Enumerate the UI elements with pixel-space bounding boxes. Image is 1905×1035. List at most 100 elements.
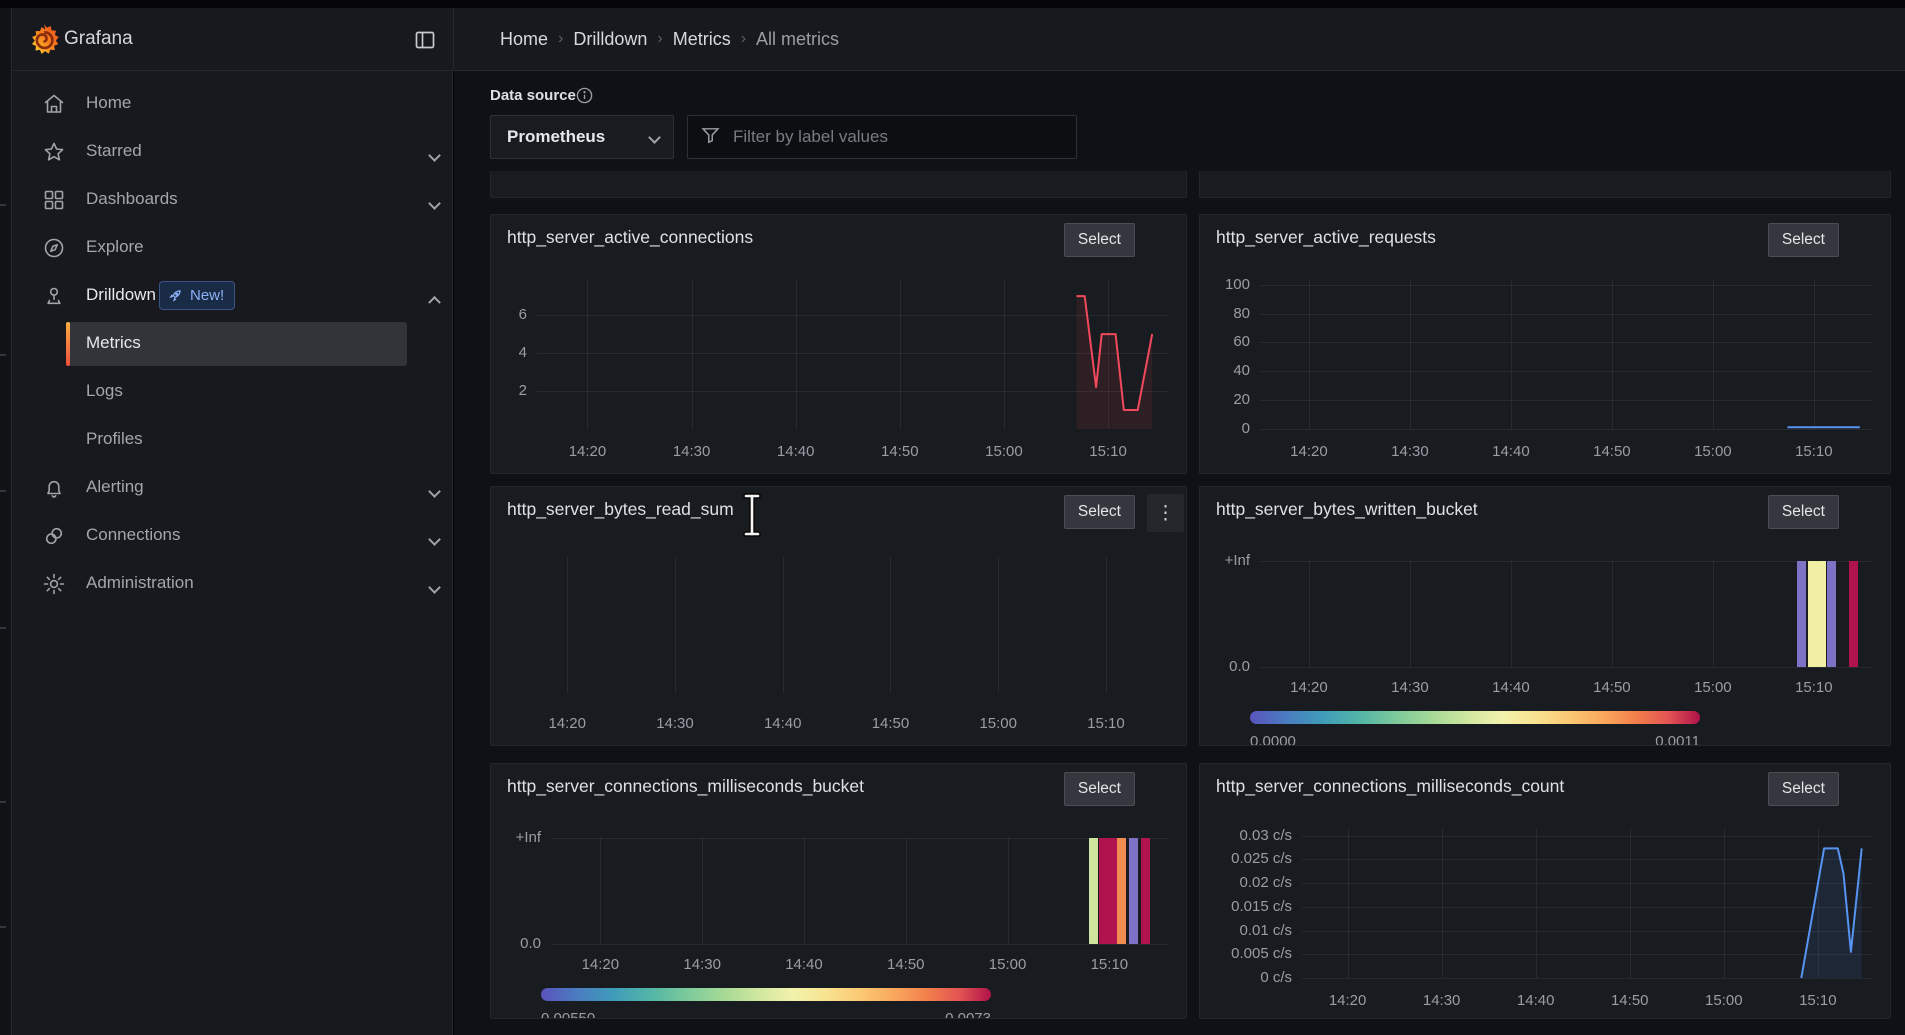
sidebar-item-administration[interactable]: Administration [12, 560, 453, 608]
y-axis-tick-label: 80 [1208, 305, 1250, 322]
panel-title: http_server_active_requests [1216, 227, 1436, 248]
y-axis-tick-label: 0.03 c/s [1208, 827, 1292, 844]
grafana-app: Grafana Home›Drilldown›Metrics›All metri… [0, 0, 1905, 1035]
sidebar-item-metrics[interactable]: Metrics [12, 320, 453, 368]
funnel-icon [700, 124, 721, 150]
x-axis-tick-label: 15:10 [1074, 956, 1144, 973]
panel-title: http_server_bytes_read_sum [507, 499, 734, 520]
grafana-logo-icon[interactable] [22, 18, 66, 62]
sidebar-item-home[interactable]: Home [12, 80, 453, 128]
sidebar-item-label: Metrics [86, 333, 141, 353]
vertical-gridline [783, 557, 784, 693]
horizontal-gridline [551, 944, 1168, 945]
breadcrumb-item[interactable]: Drilldown [573, 29, 647, 50]
sidebar-item-dashboards[interactable]: Dashboards [12, 176, 453, 224]
x-axis-tick-label: 14:20 [565, 956, 635, 973]
vertical-gridline [675, 557, 676, 693]
select-metric-button[interactable]: Select [1064, 223, 1135, 257]
sidebar-item-profiles[interactable]: Profiles [12, 416, 453, 464]
horizontal-gridline [1302, 978, 1872, 979]
label-filter-box [687, 115, 1077, 159]
heatmap-bar [1797, 561, 1806, 667]
x-axis-tick-label: 14:30 [667, 956, 737, 973]
page-edge-tick [0, 354, 6, 356]
x-axis-tick-label: 15:10 [1071, 715, 1141, 732]
select-metric-button[interactable]: Select [1768, 223, 1839, 257]
colorbar-max-label: 0.0073 [871, 1010, 991, 1019]
y-axis-tick-label: +Inf [1208, 552, 1250, 569]
heatmap-bar [1117, 838, 1126, 944]
x-axis-tick-label: 14:20 [552, 443, 622, 460]
x-axis-tick-label: 15:10 [1779, 679, 1849, 696]
x-axis-tick-label: 14:20 [1274, 679, 1344, 696]
panel-menu-kebab-button[interactable]: ⋮ [1147, 494, 1184, 532]
horizontal-gridline [1260, 429, 1872, 430]
x-axis-tick-label: 15:10 [1779, 443, 1849, 460]
y-axis-tick-label: 100 [1208, 276, 1250, 293]
breadcrumb-separator-icon: › [657, 30, 662, 48]
sidebar-item-logs[interactable]: Logs [12, 368, 453, 416]
chevron-down-icon [430, 483, 439, 501]
x-axis-tick-label: 15:00 [1689, 992, 1759, 1009]
x-axis-tick-label: 15:00 [969, 443, 1039, 460]
sidebar-item-label: Alerting [86, 477, 144, 497]
home-icon [42, 92, 66, 116]
select-metric-button[interactable]: Select [1064, 495, 1135, 529]
breadcrumb-separator-icon: › [558, 30, 563, 48]
colorbar-min-label: 0.0000 [1250, 733, 1296, 746]
page-left-edge [0, 8, 12, 1035]
sidebar-item-label: Starred [86, 141, 142, 161]
vertical-gridline [804, 838, 805, 944]
sidebar-item-explore[interactable]: Explore [12, 224, 453, 272]
chevron-down-icon [430, 579, 439, 597]
x-axis-tick-label: 14:50 [1595, 992, 1665, 1009]
heatmap-bar [1089, 838, 1098, 944]
vertical-gridline [1106, 557, 1107, 693]
sidebar-item-label: Logs [86, 381, 123, 401]
datasource-select[interactable]: Prometheus [490, 115, 674, 159]
metric-panel: http_server_active_requestsSelect0204060… [1199, 214, 1891, 474]
info-icon[interactable] [575, 86, 594, 105]
filter-input[interactable] [733, 127, 1064, 147]
partial-panel-above [490, 171, 1187, 198]
colorbar-min-label: 0.00550 [541, 1010, 595, 1019]
vertical-gridline [998, 557, 999, 693]
vertical-gridline [1309, 561, 1310, 667]
heatmap-bar [1817, 561, 1826, 667]
select-metric-button[interactable]: Select [1064, 772, 1135, 806]
sidebar-item-starred[interactable]: Starred [12, 128, 453, 176]
sidebar-item-alerting[interactable]: Alerting [12, 464, 453, 512]
x-axis-tick-label: 14:20 [532, 715, 602, 732]
breadcrumb-item[interactable]: Metrics [673, 29, 731, 50]
x-axis-tick-label: 15:00 [963, 715, 1033, 732]
line-chart [537, 279, 1168, 429]
horizontal-gridline [1260, 667, 1872, 668]
x-axis-tick-label: 14:30 [657, 443, 727, 460]
sidebar-item-label: Connections [86, 525, 181, 545]
panel-title: http_server_bytes_written_bucket [1216, 499, 1478, 520]
vertical-gridline [600, 838, 601, 944]
vertical-gridline [702, 838, 703, 944]
vertical-gridline [1410, 561, 1411, 667]
panel-title: http_server_connections_milliseconds_buc… [507, 776, 864, 797]
sidebar-item-connections[interactable]: Connections [12, 512, 453, 560]
heatmap-bar [1849, 561, 1858, 667]
breadcrumb-item[interactable]: Home [500, 29, 548, 50]
vertical-gridline [1008, 838, 1009, 944]
gear-icon [42, 572, 66, 596]
sidebar-item-label: Home [86, 93, 131, 113]
x-axis-tick-label: 15:00 [1678, 679, 1748, 696]
dock-menu-button[interactable] [408, 24, 442, 56]
y-axis-tick-label: +Inf [499, 829, 541, 846]
y-axis-tick-label: 0.005 c/s [1208, 945, 1292, 962]
new-feature-badge[interactable]: New! [159, 281, 235, 310]
page-edge-tick [0, 627, 6, 629]
select-metric-button[interactable]: Select [1768, 772, 1839, 806]
x-axis-tick-label: 14:40 [1476, 443, 1546, 460]
select-metric-button[interactable]: Select [1768, 495, 1839, 529]
x-axis-tick-label: 14:40 [769, 956, 839, 973]
y-axis-tick-label: 2 [499, 382, 527, 399]
sidebar-item-drilldown[interactable]: DrilldownNew! [12, 272, 453, 320]
top-bar: Grafana Home›Drilldown›Metrics›All metri… [12, 8, 1905, 71]
horizontal-gridline [1260, 561, 1872, 562]
